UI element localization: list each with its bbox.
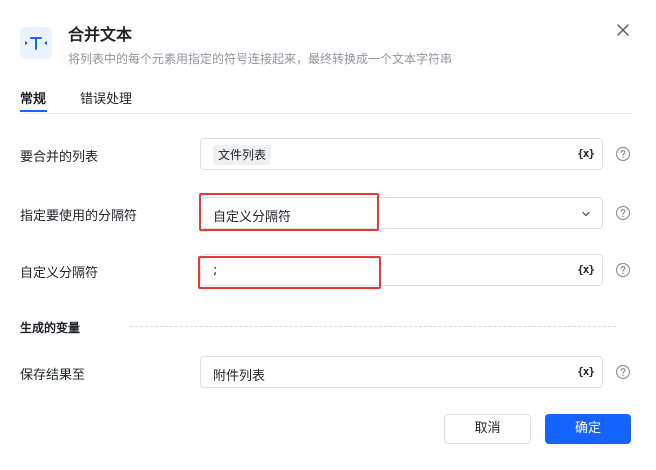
tab-divider (20, 113, 632, 114)
list-variable-tag[interactable]: 文件列表 (213, 145, 272, 165)
insert-variable-button[interactable]: {x} (577, 147, 595, 160)
tab-error-handling[interactable]: 错误处理 (80, 88, 132, 107)
section-divider (130, 326, 616, 327)
dialog-subtitle: 将列表中的每个元素用指定的符号连接起来，最终转换成一个文本字符串 (68, 52, 453, 66)
separator-type-label: 指定要使用的分隔符 (20, 209, 138, 224)
list-input[interactable]: 文件列表 {x} (200, 138, 603, 170)
help-icon[interactable] (615, 364, 631, 380)
text-merge-icon (20, 27, 52, 59)
help-icon[interactable] (615, 262, 631, 278)
save-to-label: 保存结果至 (20, 368, 86, 383)
cancel-button[interactable]: 取消 (444, 414, 531, 444)
output-variables-heading: 生成的变量 (20, 321, 81, 335)
custom-separator-input[interactable]: ; {x} (200, 254, 603, 286)
chevron-down-icon[interactable] (580, 208, 592, 220)
close-button[interactable] (612, 19, 634, 41)
separator-type-value: 自定义分隔符 (213, 210, 292, 225)
save-to-input[interactable]: 附件列表 {x} (200, 356, 603, 388)
save-to-value: 附件列表 (213, 369, 266, 384)
close-icon (617, 24, 629, 36)
insert-variable-button[interactable]: {x} (577, 263, 595, 276)
custom-separator-label: 自定义分隔符 (20, 266, 99, 281)
help-icon[interactable] (615, 146, 631, 162)
merge-text-dialog: 合并文本 将列表中的每个元素用指定的符号连接起来，最终转换成一个文本字符串 常规… (0, 0, 656, 470)
custom-separator-value: ; (213, 263, 218, 278)
help-icon[interactable] (615, 205, 631, 221)
confirm-button[interactable]: 确定 (545, 414, 631, 444)
list-label: 要合并的列表 (20, 150, 99, 165)
separator-type-select[interactable]: 自定义分隔符 (200, 197, 603, 229)
active-tab-indicator (20, 110, 47, 112)
dialog-title: 合并文本 (68, 25, 133, 44)
tab-general[interactable]: 常规 (20, 88, 46, 107)
insert-variable-button[interactable]: {x} (577, 365, 595, 378)
